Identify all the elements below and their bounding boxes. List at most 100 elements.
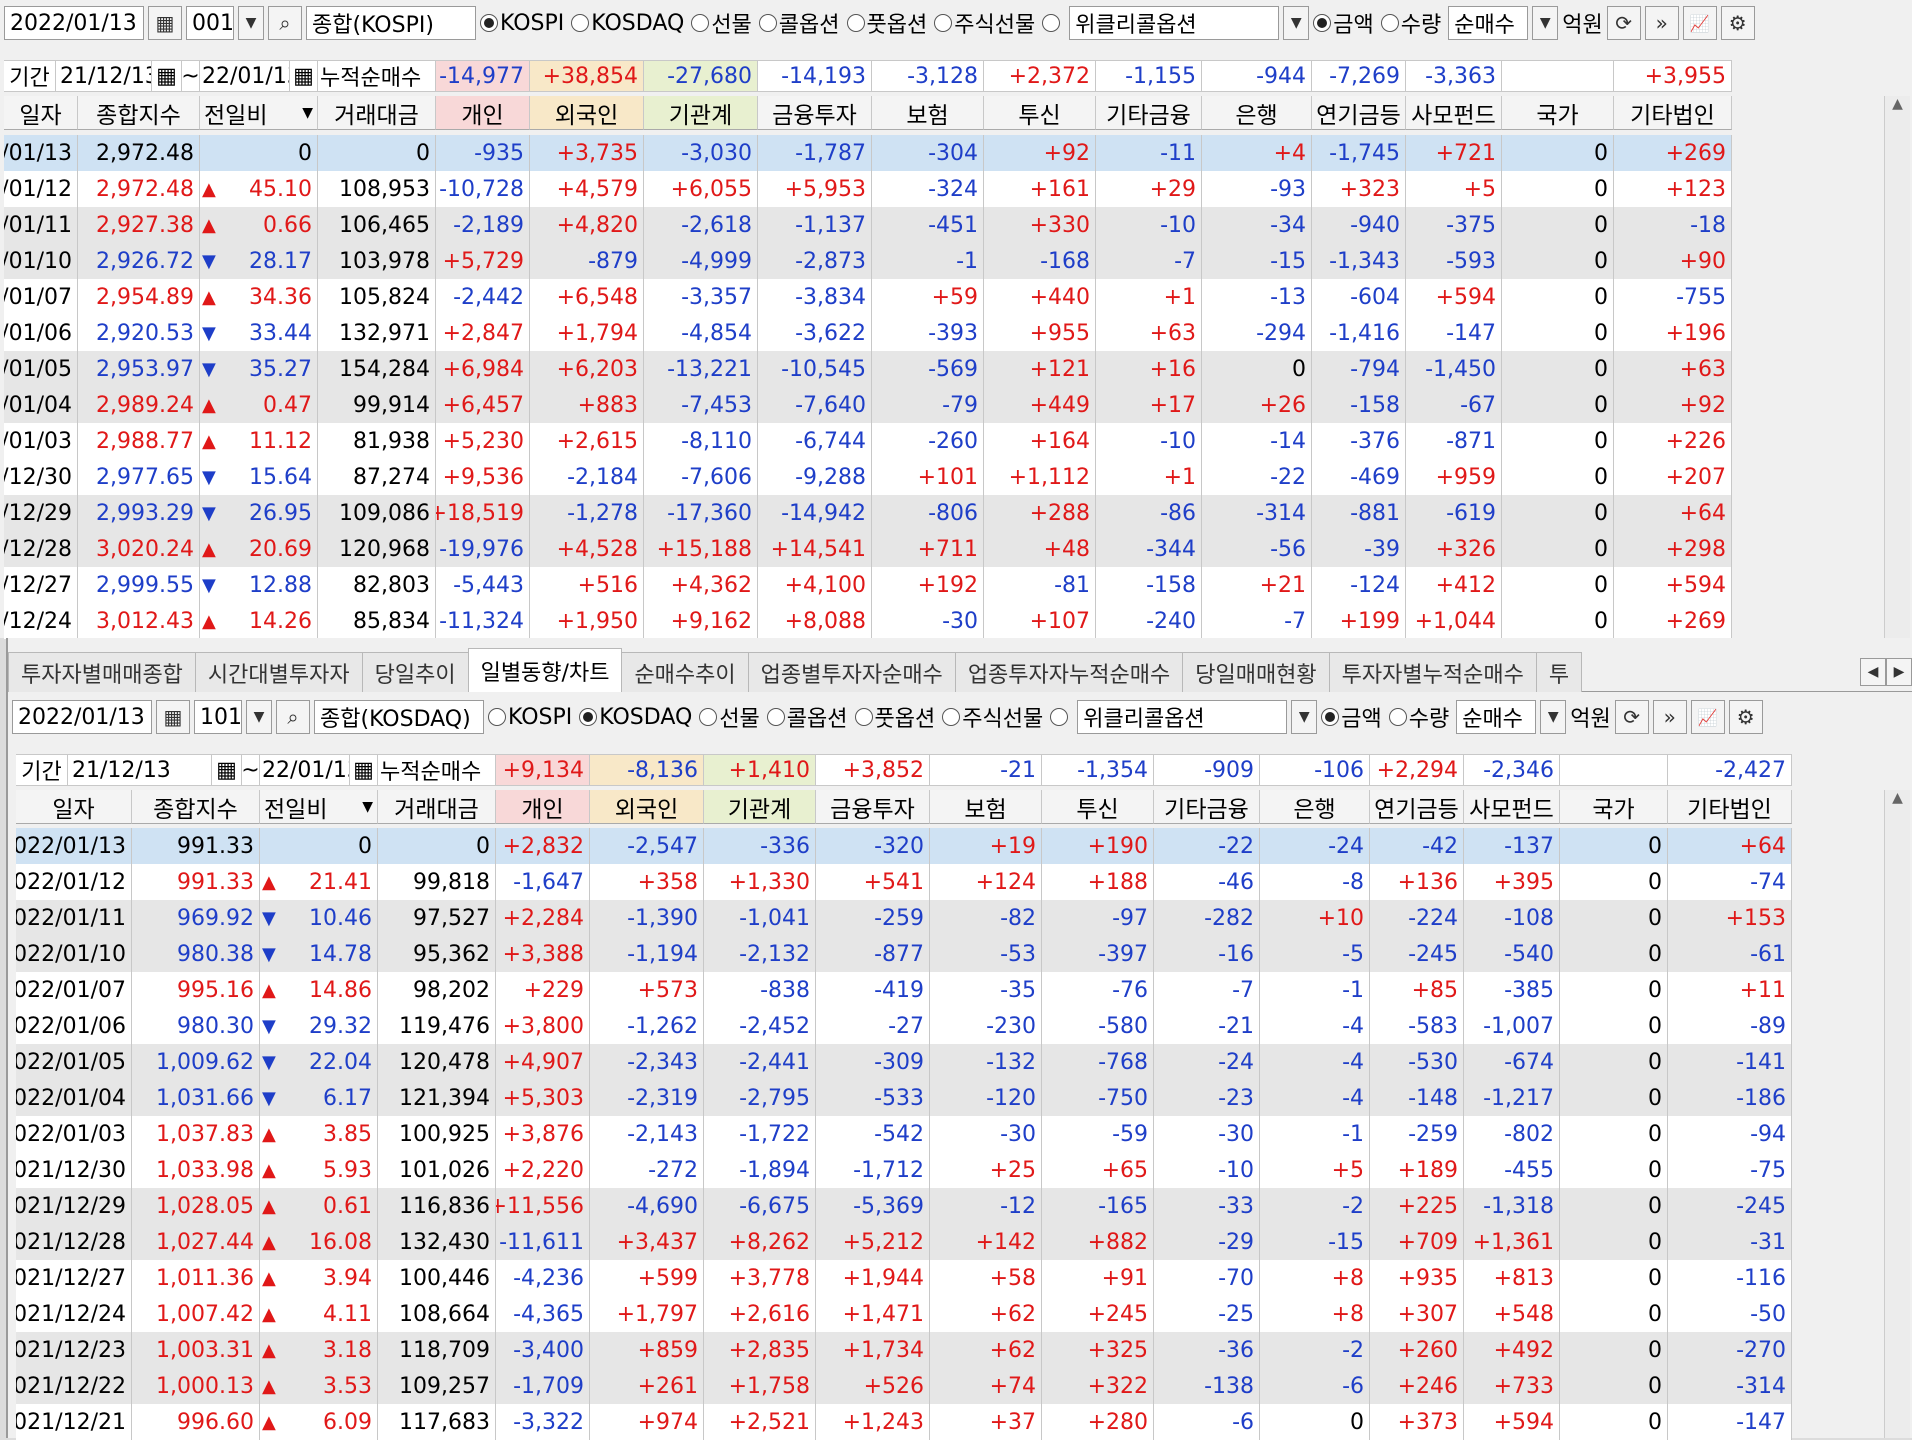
tab-item[interactable]: 순매수추이 bbox=[621, 652, 749, 692]
table-row[interactable]: 2021/12/21996.606.09117,683-3,322+974+2,… bbox=[16, 1404, 1792, 1440]
table-row[interactable]: 2022/01/12991.3321.4199,818-1,647+358+1,… bbox=[16, 864, 1792, 900]
tab-item[interactable]: 투 bbox=[1535, 652, 1583, 692]
chevron-down-icon[interactable]: ▼ bbox=[1283, 6, 1310, 40]
table-row[interactable]: 2021/12/281,027.4416.08132,430-11,611+3,… bbox=[16, 1224, 1792, 1260]
to-date-field[interactable]: 22/01/13 bbox=[260, 754, 350, 786]
table-row[interactable]: 2022/01/122,972.4845.10108,953-10,728+4,… bbox=[4, 171, 1732, 207]
net-buy-select[interactable]: 순매수 bbox=[1448, 6, 1529, 40]
from-date-field[interactable]: 21/12/13 bbox=[68, 754, 212, 786]
market-radio-0[interactable]: KOSPI bbox=[488, 705, 572, 730]
table-row[interactable]: 2021/12/301,033.985.93101,026+2,220-272-… bbox=[16, 1152, 1792, 1188]
refresh-icon[interactable]: ⟳ bbox=[1606, 6, 1641, 40]
weekly-option-select[interactable]: 위클리콜옵션 bbox=[1077, 700, 1288, 734]
market-radio-2[interactable]: 선물 bbox=[699, 701, 760, 733]
table-row[interactable]: 2022/01/10980.3814.7895,362+3,388-1,194-… bbox=[16, 936, 1792, 972]
table-row[interactable]: 2022/01/041,031.666.17121,394+5,303-2,31… bbox=[16, 1080, 1792, 1116]
market-radio-1[interactable]: KOSDAQ bbox=[571, 11, 684, 36]
table-row[interactable]: 2021/12/292,993.2926.95109,086+18,519-1,… bbox=[4, 495, 1732, 531]
market-radio-5[interactable]: 주식선물 bbox=[934, 7, 1035, 39]
table-row[interactable]: 2022/01/051,009.6222.04120,478+4,907-2,3… bbox=[16, 1044, 1792, 1080]
to-date-field[interactable]: 22/01/13 bbox=[200, 60, 290, 92]
scrollbar[interactable]: ▲ bbox=[1884, 790, 1910, 1438]
calendar-icon[interactable]: ▦ bbox=[350, 754, 378, 786]
table-row[interactable]: 2021/12/241,007.424.11108,664-4,365+1,79… bbox=[16, 1296, 1792, 1332]
weekly-radio[interactable] bbox=[1042, 14, 1062, 32]
chevron-down-icon[interactable]: ▼ bbox=[238, 6, 264, 40]
measure-radio-0[interactable]: 금액 bbox=[1313, 7, 1374, 39]
chevron-left-icon[interactable]: ◀ bbox=[1860, 658, 1886, 686]
table-row[interactable]: 2022/01/032,988.7711.1281,938+5,230+2,61… bbox=[4, 423, 1732, 459]
measure-radio-0[interactable]: 금액 bbox=[1321, 701, 1382, 733]
table-row[interactable]: 2021/12/291,028.050.61116,836+11,556-4,6… bbox=[16, 1188, 1792, 1224]
next-icon[interactable]: » bbox=[1652, 700, 1687, 734]
code-field[interactable]: 101 bbox=[194, 700, 242, 734]
table-row[interactable]: 2021/12/272,999.5512.8882,803-5,443+516+… bbox=[4, 567, 1732, 603]
date-field[interactable]: 2022/01/13 bbox=[12, 700, 152, 734]
chart-icon[interactable]: 📈 bbox=[1690, 700, 1725, 734]
calendar-icon[interactable]: ▦ bbox=[152, 60, 182, 92]
tab-item[interactable]: 업종투자자누적순매수 bbox=[954, 652, 1184, 692]
chevron-up-icon[interactable]: ▲ bbox=[1885, 96, 1910, 112]
chevron-down-icon[interactable]: ▼ bbox=[1291, 700, 1318, 734]
calendar-icon[interactable]: ▦ bbox=[148, 6, 182, 40]
calendar-icon[interactable]: ▦ bbox=[290, 60, 318, 92]
next-icon[interactable]: » bbox=[1644, 6, 1679, 40]
gear-icon[interactable]: ⚙ bbox=[1728, 700, 1763, 734]
table-row[interactable]: 2021/12/283,020.2420.69120,968-19,976+4,… bbox=[4, 531, 1732, 567]
table-row[interactable]: 2022/01/07995.1614.8698,202+229+573-838-… bbox=[16, 972, 1792, 1008]
chevron-down-icon[interactable]: ▼ bbox=[362, 799, 373, 815]
table-row[interactable]: 2021/12/271,011.363.94100,446-4,236+599+… bbox=[16, 1260, 1792, 1296]
tab-item[interactable]: 시간대별투자자 bbox=[194, 652, 363, 692]
market-radio-2[interactable]: 선물 bbox=[691, 7, 752, 39]
table-row[interactable]: 2021/12/221,000.133.53109,257-1,709+261+… bbox=[16, 1368, 1792, 1404]
calendar-icon[interactable]: ▦ bbox=[212, 754, 242, 786]
chevron-down-icon[interactable]: ▼ bbox=[1532, 6, 1559, 40]
calendar-icon[interactable]: ▦ bbox=[156, 700, 190, 734]
chevron-down-icon[interactable]: ▼ bbox=[1540, 700, 1567, 734]
market-radio-3[interactable]: 콜옵션 bbox=[766, 701, 848, 733]
from-date-field[interactable]: 21/12/13 bbox=[56, 60, 152, 92]
search-icon[interactable]: ⌕ bbox=[276, 700, 310, 734]
market-radio-1[interactable]: KOSDAQ bbox=[579, 705, 692, 730]
net-buy-select[interactable]: 순매수 bbox=[1456, 700, 1537, 734]
table-row[interactable]: 2021/12/243,012.4314.2685,834-11,324+1,9… bbox=[4, 603, 1732, 639]
measure-radio-1[interactable]: 수량 bbox=[1388, 701, 1449, 733]
gear-icon[interactable]: ⚙ bbox=[1720, 6, 1755, 40]
table-row[interactable]: 2022/01/112,927.380.66106,465-2,189+4,82… bbox=[4, 207, 1732, 243]
table-row[interactable]: 2022/01/11969.9210.4697,527+2,284-1,390-… bbox=[16, 900, 1792, 936]
code-field[interactable]: 001 bbox=[186, 6, 234, 40]
weekly-option-select[interactable]: 위클리콜옵션 bbox=[1069, 6, 1280, 40]
chevron-right-icon[interactable]: ▶ bbox=[1886, 658, 1912, 686]
column-header[interactable]: 전일비 ▼ bbox=[200, 96, 318, 130]
table-row[interactable]: 2021/12/302,977.6515.6487,274+9,536-2,18… bbox=[4, 459, 1732, 495]
refresh-icon[interactable]: ⟳ bbox=[1614, 700, 1649, 734]
market-radio-0[interactable]: KOSPI bbox=[480, 11, 564, 36]
chevron-down-icon[interactable]: ▼ bbox=[246, 700, 272, 734]
table-row[interactable]: 2022/01/102,926.7228.17103,978+5,729-879… bbox=[4, 243, 1732, 279]
tab-item[interactable]: 투자자별매매종합 bbox=[8, 652, 196, 692]
scrollbar[interactable]: ▲ bbox=[1884, 96, 1910, 638]
table-row[interactable]: 2022/01/062,920.5333.44132,971+2,847+1,7… bbox=[4, 315, 1732, 351]
market-radio-4[interactable]: 풋옵션 bbox=[854, 701, 935, 733]
table-row[interactable]: 2022/01/132,972.4800-935+3,735-3,030-1,7… bbox=[4, 135, 1732, 171]
tab-item[interactable]: 일별동향/차트 bbox=[467, 648, 623, 692]
chevron-up-icon[interactable]: ▲ bbox=[1885, 790, 1910, 806]
table-row[interactable]: 2022/01/13991.3300+2,832-2,547-336-320+1… bbox=[16, 828, 1792, 864]
table-row[interactable]: 2022/01/052,953.9735.27154,284+6,984+6,2… bbox=[4, 351, 1732, 387]
date-field[interactable]: 2022/01/13 bbox=[4, 6, 144, 40]
market-radio-5[interactable]: 주식선물 bbox=[942, 701, 1043, 733]
table-row[interactable]: 2021/12/231,003.313.18118,709-3,400+859+… bbox=[16, 1332, 1792, 1368]
weekly-radio[interactable] bbox=[1050, 708, 1070, 726]
table-row[interactable]: 2022/01/06980.3029.32119,476+3,800-1,262… bbox=[16, 1008, 1792, 1044]
tab-item[interactable]: 업종별투자자순매수 bbox=[747, 652, 956, 692]
table-row[interactable]: 2022/01/072,954.8934.36105,824-2,442+6,5… bbox=[4, 279, 1732, 315]
chevron-down-icon[interactable]: ▼ bbox=[302, 105, 313, 121]
search-icon[interactable]: ⌕ bbox=[268, 6, 302, 40]
chart-icon[interactable]: 📈 bbox=[1682, 6, 1717, 40]
market-radio-4[interactable]: 풋옵션 bbox=[846, 7, 927, 39]
market-radio-3[interactable]: 콜옵션 bbox=[758, 7, 840, 39]
measure-radio-1[interactable]: 수량 bbox=[1380, 7, 1441, 39]
table-row[interactable]: 2022/01/042,989.240.4799,914+6,457+883-7… bbox=[4, 387, 1732, 423]
tab-item[interactable]: 당일매매현황 bbox=[1182, 652, 1330, 692]
tab-item[interactable]: 투자자별누적순매수 bbox=[1328, 652, 1537, 692]
